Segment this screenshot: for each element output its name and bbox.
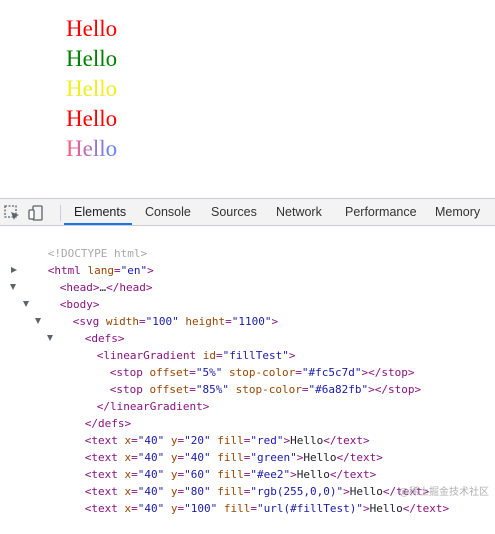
toolbar-divider	[60, 205, 61, 221]
collapse-triangle-icon[interactable]	[47, 335, 53, 341]
dom-line-body[interactable]: <body>	[20, 279, 100, 311]
tab-console[interactable]: Console	[145, 199, 191, 226]
dom-line-stop-1[interactable]: <stop offset="5%" stop-color="#fc5c7d"><…	[70, 347, 415, 379]
collapse-triangle-icon[interactable]	[35, 318, 41, 324]
dom-line-defs-close[interactable]: </defs>	[45, 398, 131, 430]
watermark: @稀土掘金技术社区	[399, 487, 489, 498]
demo-svg: Hello Hello Hello Hello Hello	[66, 16, 117, 161]
dom-line-lineargradient-close[interactable]: </linearGradient>	[57, 381, 210, 413]
hello-text-rgb-red: Hello	[66, 106, 117, 131]
devtools-panel: Elements Console Sources Network Perform…	[0, 198, 495, 515]
tab-performance[interactable]: Performance	[345, 199, 417, 226]
inspect-element-icon[interactable]	[3, 204, 21, 222]
dom-line-lineargradient[interactable]: <linearGradient id="fillTest">	[57, 330, 296, 362]
hello-text-red: Hello	[66, 16, 117, 41]
dom-line-text-1[interactable]: <text x="40" y="20" fill="red">Hello</te…	[45, 415, 370, 447]
dom-line-text-4[interactable]: <text x="40" y="80" fill="rgb(255,0,0)">…	[45, 466, 429, 498]
device-toolbar-icon[interactable]	[27, 204, 45, 222]
dom-line-stop-2[interactable]: <stop offset="85%" stop-color="#6a82fb">…	[70, 364, 421, 396]
rendered-page: Hello Hello Hello Hello Hello	[0, 0, 495, 198]
dom-line-text-3[interactable]: <text x="40" y="60" fill="#ee2">Hello</t…	[45, 449, 377, 481]
dom-line-doctype[interactable]: <!DOCTYPE html>	[8, 228, 147, 260]
hello-text-green: Hello	[66, 46, 117, 71]
collapse-triangle-icon[interactable]	[10, 284, 16, 290]
tab-network[interactable]: Network	[276, 199, 322, 226]
tab-memory[interactable]: Memory	[435, 199, 480, 226]
dom-line-defs[interactable]: <defs>	[45, 313, 125, 345]
expand-triangle-icon[interactable]	[11, 267, 17, 273]
tab-sources[interactable]: Sources	[211, 199, 257, 226]
text-element-5: <text x="40" y="100" fill="url(#fillTest…	[84, 502, 450, 515]
dom-line-svg[interactable]: <svg width="100" height="1100">	[33, 296, 278, 328]
collapse-triangle-icon[interactable]	[23, 301, 29, 307]
hello-text-gradient: Hello	[66, 136, 117, 161]
active-tab-indicator	[64, 223, 132, 225]
dom-line-text-5[interactable]: <text x="40" y="100" fill="url(#fillTest…	[45, 483, 449, 515]
dom-tree: <!DOCTYPE html> <html lang="en"> <head>……	[0, 228, 495, 515]
tab-elements[interactable]: Elements	[74, 199, 126, 226]
dom-line-head[interactable]: <head>…</head>	[20, 262, 153, 294]
dom-line-text-2[interactable]: <text x="40" y="40" fill="green">Hello</…	[45, 432, 383, 464]
devtools-toolbar: Elements Console Sources Network Perform…	[0, 198, 495, 226]
dom-line-html[interactable]: <html lang="en">	[8, 245, 154, 277]
hello-text-yellow: Hello	[66, 76, 117, 101]
